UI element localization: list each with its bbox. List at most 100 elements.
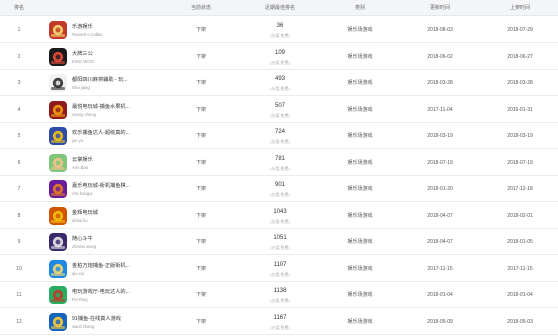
category-link[interactable]: 娱乐场游戏 (335, 123, 385, 149)
developer-name: shei jiang (72, 85, 90, 90)
character-icon[interactable] (49, 153, 67, 172)
launch-date: 2018-05-03 (507, 318, 533, 325)
table-row[interactable]: 6 云掌娱乐 Ann Bao 下架 781 (分类:免费) 娱乐场游戏 2018-07-19 2… (0, 150, 558, 176)
rank-number: 6 (17, 159, 21, 166)
status-text: 下架 (195, 133, 206, 139)
app-name-link[interactable]: 电玩游戏厅-电玩达人的... (72, 288, 167, 295)
developer-name: Russell A Cabbo (72, 32, 103, 37)
table-row[interactable]: 7 嘉乐电玩城-街机捕鱼棋... che bangui 下架 901 (分类:免费) 娱乐场… (0, 176, 558, 202)
status-text: 下架 (195, 239, 206, 245)
category-link[interactable]: 娱乐场游戏 (335, 256, 385, 282)
rank-number: 12 (16, 318, 22, 325)
fish-icon[interactable] (49, 127, 67, 145)
table-row[interactable]: 11 电玩游戏厅-电玩达人的... Fei Ding 下架 1138 (分类:免费) 娱乐场… (0, 282, 558, 308)
best-rank-note: (分类:免费) (270, 112, 290, 118)
category-link[interactable]: 娱乐场游戏 (335, 229, 385, 255)
app-name-link[interactable]: 大牌三公 (72, 50, 167, 57)
table-header: 排名 当前状态 近期最佳排名 类别 更新时间 上架时间 (0, 0, 558, 16)
header-status[interactable]: 当前状态 (180, 0, 222, 16)
table-row[interactable]: 4 最悦电玩城-捕鱼水果机... vuong cheng 下架 507 (分类:免费) 娱乐… (0, 97, 558, 123)
rank-number: 11 (16, 292, 22, 298)
launch-date: 2018-01-04 (507, 292, 533, 298)
rank-number: 2 (17, 53, 21, 60)
best-rank-note: (分类:免费) (270, 139, 290, 144)
best-rank-value: 781 (274, 155, 285, 162)
app-name-link[interactable]: 金辉电玩城 (72, 209, 167, 216)
updated-date: 2018-05-09 (427, 318, 453, 325)
table-row[interactable]: 5 欢乐捕鱼达人-超级真的... jue yu 下架 724 (分类:免费) 娱乐场游戏 20… (0, 123, 558, 149)
header-launched[interactable]: 上架时间 (490, 0, 550, 16)
launch-date: 2018-03-28 (507, 80, 533, 86)
best-rank-note: (分类:免费) (270, 245, 290, 250)
table-row[interactable]: 8 金辉电玩城 dehui liu 下架 1043 (分类:免费) 娱乐场游戏 2018-04… (0, 203, 558, 229)
table-row[interactable]: 1 乐游娱乐 Russell A Cabbo 下架 36 (分类:免费) 娱乐场游戏 2018… (0, 17, 558, 43)
app-name-link[interactable]: 欢乐捕鱼达人-超级真的... (72, 129, 167, 136)
status-text: 下架 (195, 80, 206, 86)
best-rank-note: (分类:免费) (270, 165, 290, 171)
app-name-link[interactable]: 乐游娱乐 (72, 23, 167, 30)
arcade-icon[interactable] (49, 180, 67, 198)
category-link[interactable]: 娱乐场游戏 (335, 44, 385, 70)
best-rank-value: 1138 (273, 288, 287, 294)
bull-icon[interactable] (49, 233, 67, 251)
category-link[interactable]: 娱乐场游戏 (335, 150, 385, 176)
status-text: 下架 (195, 186, 206, 192)
header-rank: 排名 (13, 5, 24, 11)
table-row[interactable]: 9 随心斗牛 zhewei xiang 下架 1051 (分类:免费) 娱乐场游戏 2018-… (0, 229, 558, 255)
header-category[interactable]: 类别 (335, 0, 385, 16)
rank-number: 4 (17, 106, 21, 113)
developer-name: xiaoli zhang (72, 323, 95, 329)
app-name-link[interactable]: 91捕鱼-在线真人游戏 (72, 315, 167, 322)
best-rank-note: (分类:免费) (270, 192, 290, 197)
app-name-link[interactable]: 云掌娱乐 (72, 156, 167, 163)
app-name-link[interactable]: 金柏万炮捕鱼-正版街机... (72, 262, 167, 269)
fruit-machine-icon[interactable] (49, 100, 67, 119)
category-link[interactable]: 娱乐场游戏 (335, 70, 385, 96)
launch-date: 2018-06-27 (507, 53, 533, 60)
developer-name: Fei Ding (72, 297, 88, 302)
category-link[interactable]: 娱乐场游戏 (335, 203, 385, 229)
status-text: 下架 (195, 106, 206, 113)
table-row[interactable]: 12 91捕鱼-在线真人游戏 xiaoli zhang 下架 1167 (分类:免费) 娱乐… (0, 309, 558, 335)
launch-date: 2018-02-01 (507, 212, 533, 219)
app-name-link[interactable]: 都阳四川麻将辅助 - 玩... (72, 76, 167, 83)
developer-name: jue yu (72, 138, 84, 143)
slot-777-icon[interactable] (49, 206, 67, 225)
category-link[interactable]: 娱乐场游戏 (335, 17, 385, 43)
updated-date: 2017-11-15 (427, 265, 453, 272)
rank-number: 1 (17, 27, 21, 33)
status-text: 下架 (195, 27, 206, 33)
rank-number: 3 (17, 80, 21, 86)
category-link[interactable]: 娱乐场游戏 (335, 309, 385, 335)
ocean-fish-icon[interactable] (49, 312, 67, 331)
app-name-link[interactable]: 最悦电玩城-捕鱼水果机... (72, 103, 167, 110)
rank-number: 5 (17, 133, 21, 139)
status-text: 下架 (195, 292, 206, 298)
updated-date: 2018-01-04 (427, 292, 453, 298)
cannon-fish-icon[interactable] (49, 259, 67, 278)
table-row[interactable]: 3 都阳四川麻将辅助 - 玩... shei jiang 下架 493 (分类:免费) 娱乐… (0, 70, 558, 96)
red-casino-icon[interactable] (49, 21, 67, 39)
green-arcade-icon[interactable] (49, 286, 67, 304)
launch-date: 2017-12-18 (507, 186, 533, 192)
launch-date: 2018-01-05 (507, 239, 533, 245)
category-link[interactable]: 娱乐场游戏 (335, 176, 385, 202)
header-best-rank[interactable]: 近期最佳排名 (250, 0, 310, 16)
category-link[interactable]: 娱乐场游戏 (335, 97, 385, 123)
status-text: 下架 (195, 53, 206, 60)
app-name-link[interactable]: 嘉乐电玩城-街机捕鱼棋... (72, 182, 167, 189)
black-card-icon[interactable] (49, 47, 67, 66)
updated-date: 2018-03-28 (427, 80, 453, 86)
rank-number: 8 (17, 212, 21, 219)
rank-number: 10 (16, 265, 22, 272)
updated-date: 2018-08-03 (427, 27, 453, 33)
updated-date: 2018-06-02 (427, 53, 453, 60)
table-row[interactable]: 10 金柏万炮捕鱼-正版街机... qiu xiu 下架 1107 (分类:免费) 娱乐场游… (0, 256, 558, 282)
header-updated[interactable]: 更新时间 (415, 0, 465, 16)
table-row[interactable]: 2 大牌三公 KING WOO 下架 109 (分类:免费) 娱乐场游戏 2018-06-02… (0, 44, 558, 70)
panda-icon[interactable] (49, 74, 67, 92)
category-link[interactable]: 娱乐场游戏 (335, 282, 385, 308)
best-rank-value: 1043 (273, 208, 287, 215)
app-name-link[interactable]: 随心斗牛 (72, 235, 167, 242)
best-rank-value: 1167 (273, 314, 287, 321)
